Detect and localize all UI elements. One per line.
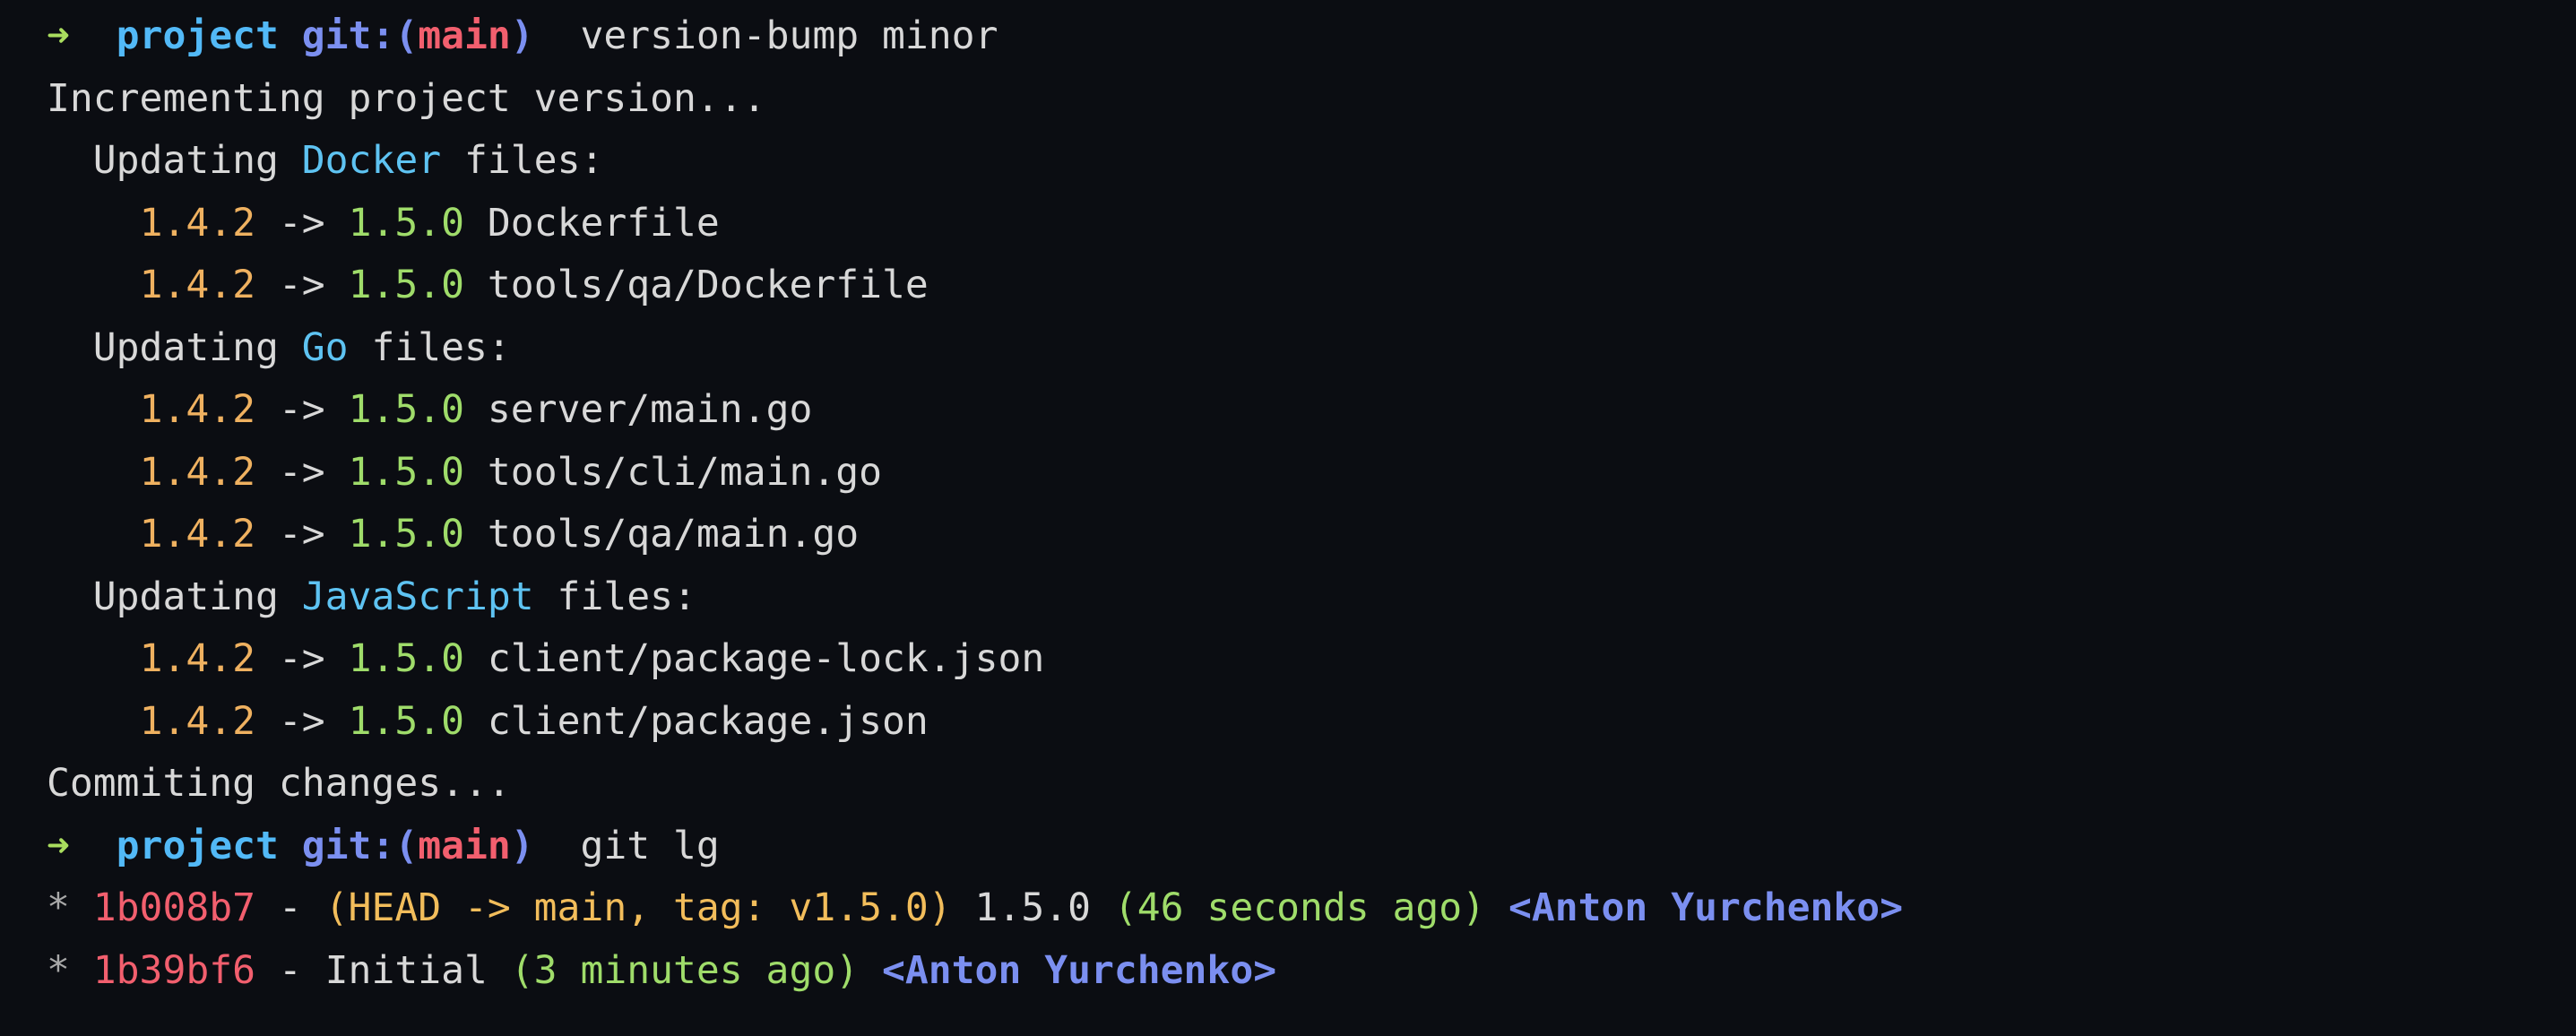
commit-message: 1.5.0	[951, 885, 1114, 930]
prompt-line-version-bump: ➜ project git:(main) version-bump minor	[0, 5, 2576, 68]
arrow-separator: ->	[255, 449, 349, 495]
commit-refs: (HEAD -> main, tag: v1.5.0)	[324, 885, 952, 930]
new-version: 1.5.0	[348, 512, 465, 557]
commit-hash: 1b008b7	[92, 885, 255, 930]
new-version: 1.5.0	[348, 387, 465, 432]
new-version: 1.5.0	[348, 636, 465, 681]
new-version: 1.5.0	[348, 263, 465, 307]
output-bump-tools-cli-main-go: 1.4.2 -> 1.5.0 tools/cli/main.go	[0, 442, 2576, 505]
output-indent	[47, 387, 140, 432]
file-path: client/package-lock.json	[464, 636, 1045, 681]
arrow-separator: ->	[255, 387, 349, 432]
git-log-entry-1b008b7: * 1b008b7 - (HEAD -> main, tag: v1.5.0) …	[0, 877, 2576, 940]
output-bump-server-main-go: 1.4.2 -> 1.5.0 server/main.go	[0, 379, 2576, 442]
prompt-directory: project	[116, 823, 279, 868]
prompt-space-2	[279, 824, 302, 868]
new-version: 1.5.0	[348, 200, 465, 246]
prompt-command: version-bump minor	[533, 13, 998, 58]
output-indent	[47, 450, 140, 495]
prompt-paren-open: (	[394, 13, 419, 58]
output-indent	[47, 263, 140, 307]
output-text: Commiting changes...	[47, 761, 511, 806]
output-updating-docker: Updating Docker files:	[0, 130, 2576, 193]
output-indent	[47, 699, 140, 744]
prompt-arrow-icon: ➜	[47, 13, 70, 58]
output-indent: Updating	[47, 574, 302, 619]
output-incrementing: Incrementing project version...	[0, 68, 2576, 131]
prompt-paren-close: )	[510, 13, 534, 58]
language-name-go: Go	[301, 324, 349, 370]
hash-separator: -	[255, 885, 325, 930]
output-indent	[47, 512, 140, 557]
output-updating-javascript: Updating JavaScript files:	[0, 566, 2576, 629]
commit-relative-time: (3 minutes ago)	[510, 947, 860, 993]
output-indent	[47, 201, 140, 246]
commit-hash: 1b39bf6	[92, 947, 255, 993]
output-bump-package-lock-json: 1.4.2 -> 1.5.0 client/package-lock.json	[0, 628, 2576, 691]
output-files-suffix: files:	[441, 138, 604, 183]
prompt-space-2	[279, 13, 302, 58]
new-version: 1.5.0	[348, 698, 465, 744]
file-path: Dockerfile	[464, 200, 720, 246]
prompt-branch-name: main	[418, 823, 511, 868]
arrow-separator: ->	[255, 698, 349, 744]
terminal-output-pane[interactable]: ➜ project git:(main) version-bump minor I…	[0, 0, 2576, 1036]
arrow-separator: ->	[255, 200, 349, 246]
git-log-entry-1b39bf6: * 1b39bf6 - Initial (3 minutes ago) <Ant…	[0, 940, 2576, 1003]
new-version: 1.5.0	[348, 449, 465, 495]
prompt-paren-close: )	[510, 823, 534, 868]
old-version: 1.4.2	[139, 387, 256, 432]
output-text: Incrementing project version...	[47, 75, 766, 121]
prompt-git-label: git:	[301, 13, 395, 58]
prompt-arrow-icon: ➜	[47, 823, 70, 868]
file-path: tools/qa/main.go	[464, 512, 860, 557]
file-path: tools/qa/Dockerfile	[464, 263, 929, 307]
commit-message: Initial	[324, 947, 511, 993]
prompt-directory: project	[116, 13, 279, 58]
output-bump-dockerfile: 1.4.2 -> 1.5.0 Dockerfile	[0, 193, 2576, 255]
file-path: server/main.go	[464, 387, 813, 432]
arrow-separator: ->	[255, 263, 349, 307]
commit-relative-time: (46 seconds ago)	[1113, 885, 1486, 930]
output-files-suffix: files:	[533, 574, 696, 619]
prompt-git-label: git:	[301, 823, 395, 868]
output-files-suffix: files:	[348, 324, 511, 370]
commit-author: <Anton Yurchenko>	[882, 947, 1277, 993]
language-name-javascript: JavaScript	[301, 574, 534, 619]
git-graph-star: *	[47, 947, 93, 993]
output-indent	[47, 636, 140, 681]
prompt-command: git lg	[533, 823, 720, 868]
output-indent: Updating	[47, 138, 302, 183]
old-version: 1.4.2	[139, 512, 256, 557]
file-path: tools/cli/main.go	[464, 449, 883, 495]
commit-author: <Anton Yurchenko>	[1508, 885, 1904, 930]
old-version: 1.4.2	[139, 449, 256, 495]
output-bump-package-json: 1.4.2 -> 1.5.0 client/package.json	[0, 691, 2576, 754]
prompt-branch-name: main	[418, 13, 511, 58]
prompt-paren-open: (	[394, 823, 419, 868]
old-version: 1.4.2	[139, 200, 256, 246]
output-updating-go: Updating Go files:	[0, 317, 2576, 380]
hash-separator: -	[255, 947, 325, 993]
git-graph-star: *	[47, 885, 93, 930]
old-version: 1.4.2	[139, 263, 256, 307]
prompt-line-git-lg: ➜ project git:(main) git lg	[0, 816, 2576, 878]
old-version: 1.4.2	[139, 636, 256, 681]
file-path: client/package.json	[464, 698, 929, 744]
output-indent: Updating	[47, 324, 302, 370]
old-version: 1.4.2	[139, 698, 256, 744]
arrow-separator: ->	[255, 512, 349, 557]
output-bump-tools-qa-dockerfile: 1.4.2 -> 1.5.0 tools/qa/Dockerfile	[0, 255, 2576, 317]
output-commiting-changes: Commiting changes...	[0, 753, 2576, 816]
arrow-separator: ->	[255, 636, 349, 681]
language-name-docker: Docker	[301, 138, 442, 183]
output-bump-tools-qa-main-go: 1.4.2 -> 1.5.0 tools/qa/main.go	[0, 504, 2576, 566]
